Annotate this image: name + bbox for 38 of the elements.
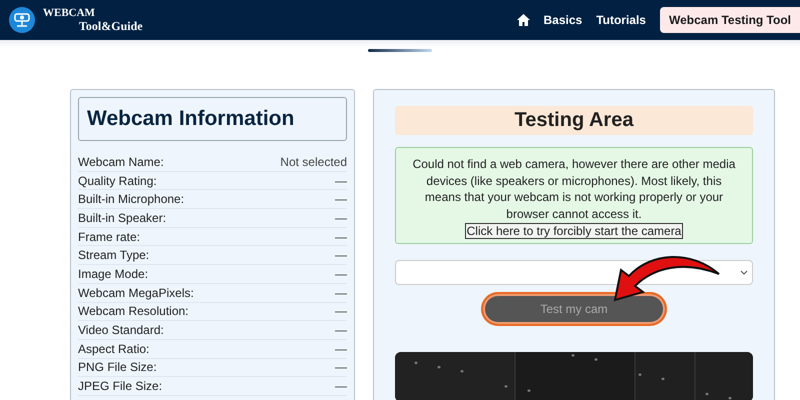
webcam-icon (9, 7, 35, 33)
force-start-button[interactable]: Click here to try forcibly start the camera (464, 223, 684, 239)
info-value: — (335, 230, 347, 244)
home-icon[interactable] (516, 14, 530, 26)
info-label: JPEG File Size: (78, 379, 162, 394)
info-label: Stream Type: (78, 248, 150, 262)
info-label: Image Mode: (78, 266, 148, 281)
info-value: — (335, 210, 347, 225)
info-value: — (335, 266, 347, 281)
info-label: Video Standard: (78, 323, 164, 338)
nav-link[interactable]: Webcam Testing Tool (660, 7, 800, 33)
info-label: PNG File Size: (78, 360, 157, 374)
info-label: Aspect Ratio: (78, 342, 150, 356)
panel-title: Testing Area (395, 106, 753, 135)
nav-link[interactable]: Basics (544, 13, 582, 27)
info-value: Not selected (280, 154, 347, 169)
info-value: — (335, 248, 347, 262)
logo-text: WEBCAM (43, 7, 96, 20)
info-value: — (335, 286, 347, 300)
panel-title: Webcam Information (78, 97, 347, 141)
info-label: Quality Rating: (78, 174, 157, 188)
info-value: — (335, 342, 347, 356)
chevron-down-icon (740, 270, 748, 275)
info-value: — (335, 174, 347, 188)
error-message: Could not find a web camera, however there are other media devices (like speakers or microphones). Most likely, this means that your webcam is not working properly or your browser cannot access it. (412, 156, 736, 222)
info-label: Webcam Resolution: (78, 304, 188, 318)
info-value: — (335, 360, 347, 374)
info-value: — (335, 192, 347, 206)
info-value: — (335, 379, 347, 394)
info-label: Built-in Speaker: (78, 210, 166, 225)
nav-link[interactable]: Tutorials (596, 13, 646, 27)
info-label: Webcam MegaPixels: (78, 286, 194, 300)
info-value: — (335, 304, 347, 318)
info-value: — (335, 323, 347, 338)
info-label: Webcam Name: (78, 154, 164, 169)
info-label: Frame rate: (78, 230, 140, 244)
info-label: Built-in Microphone: (78, 192, 184, 206)
logo-text: Tool&Guide (78, 20, 143, 33)
